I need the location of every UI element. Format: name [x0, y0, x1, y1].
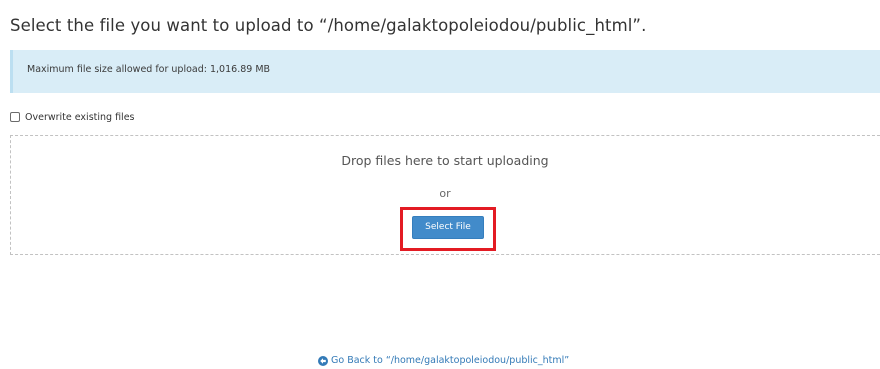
overwrite-checkbox[interactable] — [10, 112, 20, 122]
overwrite-existing-files-option[interactable]: Overwrite existing files — [10, 110, 135, 124]
overwrite-checkbox-label[interactable]: Overwrite existing files — [25, 112, 135, 123]
select-file-button[interactable]: Select File — [412, 216, 484, 239]
dropzone-or-separator: or — [439, 187, 451, 200]
max-file-size-text: Maximum file size allowed for upload: 1,… — [27, 64, 271, 75]
go-back-label[interactable]: Go Back to “/home/galaktopoleiodou/publi… — [331, 355, 569, 366]
dropzone-instruction: Drop files here to start uploading — [341, 153, 549, 168]
page-title: Select the file you want to upload to “/… — [10, 16, 647, 35]
arrow-circle-left-icon — [318, 355, 328, 366]
go-back-link[interactable]: Go Back to “/home/galaktopoleiodou/publi… — [318, 355, 569, 366]
max-file-size-alert: Maximum file size allowed for upload: 1,… — [10, 50, 880, 93]
